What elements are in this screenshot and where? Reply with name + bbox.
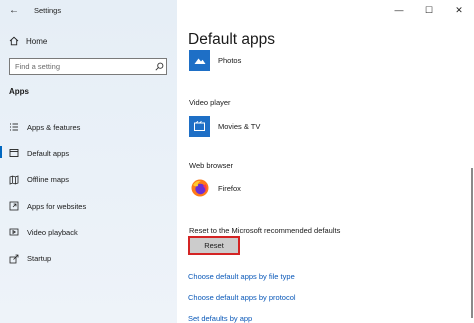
video-app-button[interactable]: Movies & TV <box>189 114 260 138</box>
web-link-icon <box>9 201 19 211</box>
apps-list-icon <box>9 122 19 132</box>
home-label: Home <box>26 36 48 46</box>
title-bar: ← Settings <box>0 0 177 20</box>
sidebar-item-label: Apps & features <box>27 122 81 132</box>
close-button[interactable]: ✕ <box>444 0 474 20</box>
default-apps-icon <box>9 148 19 158</box>
movies-tv-icon <box>189 115 210 137</box>
sidebar-item-offline-maps[interactable]: Offline maps <box>0 167 177 193</box>
sidebar-section-title: Apps <box>9 87 29 96</box>
main-content: — ☐ ✕ Default apps Photos Video player M… <box>177 0 474 323</box>
web-browser-label: Web browser <box>189 161 234 170</box>
link-set-defaults-by-app[interactable]: Set defaults by app <box>188 314 252 323</box>
sidebar-item-home[interactable]: Home <box>0 32 177 50</box>
map-icon <box>9 175 19 185</box>
reset-description: Reset to the Microsoft recommended defau… <box>189 226 341 235</box>
photos-app-name: Photos <box>218 55 242 65</box>
video-player-label: Video player <box>189 98 231 107</box>
search-icon[interactable] <box>152 62 166 71</box>
close-icon: ✕ <box>455 4 463 15</box>
browser-app-button[interactable]: Firefox <box>189 176 241 200</box>
photos-app-button[interactable]: Photos <box>189 48 241 72</box>
startup-icon <box>9 254 19 264</box>
sidebar-item-startup[interactable]: Startup <box>0 245 177 271</box>
sidebar-item-apps-for-websites[interactable]: Apps for websites <box>0 193 177 219</box>
search-input[interactable]: Find a setting <box>10 62 152 71</box>
sidebar-nav: Apps & features Default apps Offline map… <box>0 114 177 272</box>
home-icon <box>9 36 19 46</box>
sidebar-item-label: Startup <box>27 254 52 264</box>
back-arrow-icon: ← <box>9 4 19 16</box>
sidebar-item-label: Apps for websites <box>27 201 87 211</box>
sidebar: ← Settings Home Find a setting Apps Apps… <box>0 0 177 323</box>
page-title: Default apps <box>188 31 276 48</box>
window-controls: — ☐ ✕ <box>384 0 474 20</box>
reset-button[interactable]: Reset <box>188 236 240 255</box>
back-button[interactable]: ← <box>0 0 28 20</box>
sidebar-item-label: Video playback <box>27 227 78 237</box>
maximize-icon: ☐ <box>424 4 434 15</box>
minimize-icon: — <box>394 5 404 15</box>
maximize-button[interactable]: ☐ <box>414 0 444 20</box>
sidebar-item-default-apps[interactable]: Default apps <box>0 140 177 166</box>
link-default-apps-by-protocol[interactable]: Choose default apps by protocol <box>188 293 296 302</box>
sidebar-item-video-playback[interactable]: Video playback <box>0 219 177 245</box>
search-box[interactable]: Find a setting <box>9 58 167 75</box>
firefox-icon <box>189 178 210 199</box>
sidebar-item-label: Offline maps <box>27 175 69 185</box>
movies-tv-app-name: Movies & TV <box>218 121 261 131</box>
link-default-apps-by-file-type[interactable]: Choose default apps by file type <box>188 272 295 281</box>
sidebar-item-label: Default apps <box>27 148 70 158</box>
scrollbar-thumb[interactable] <box>471 168 473 318</box>
photos-icon <box>189 49 210 71</box>
minimize-button[interactable]: — <box>384 0 414 20</box>
video-icon <box>9 227 19 237</box>
sidebar-item-apps-features[interactable]: Apps & features <box>0 114 177 140</box>
firefox-app-name: Firefox <box>218 183 241 193</box>
app-title: Settings <box>34 5 62 15</box>
